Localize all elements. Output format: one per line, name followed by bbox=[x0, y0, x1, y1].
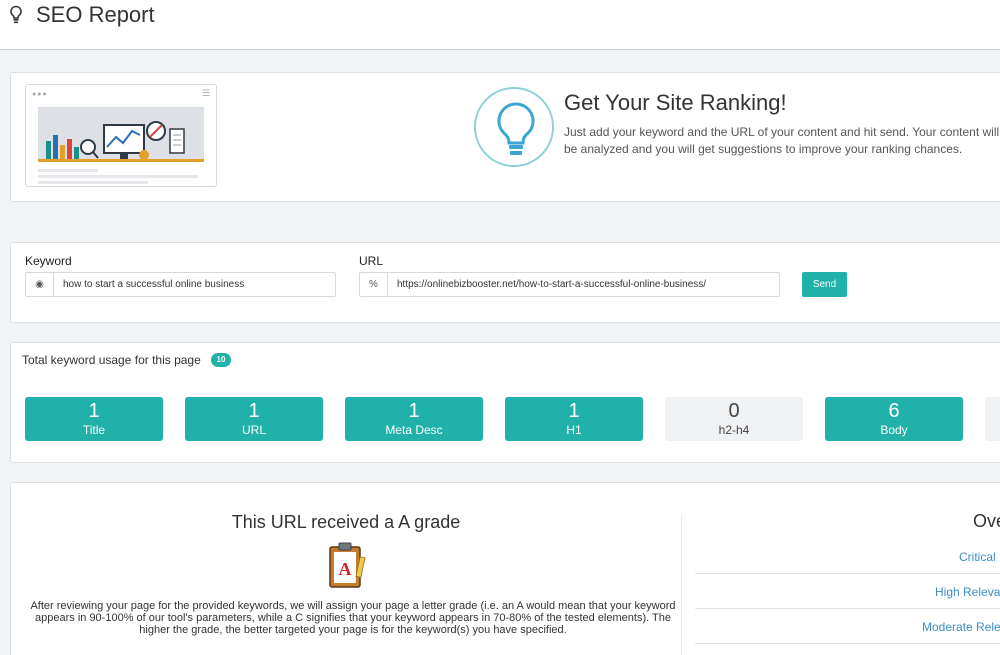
menu-icon: ☰ bbox=[201, 88, 210, 98]
target-icon: ◉ bbox=[26, 273, 54, 296]
keyword-usage-panel: Total keyword usage for this page 10 1 T… bbox=[10, 342, 1000, 463]
url-value: https://onlinebizbooster.net/how-to-star… bbox=[397, 279, 707, 290]
hero-panel: ●●● ☰ Get Your Site Ranking! Just add yo… bbox=[10, 72, 1000, 202]
keyword-form: Keyword ◉ how to start a successful onli… bbox=[10, 242, 1000, 323]
usage-count: 1 bbox=[88, 400, 100, 422]
usage-tile-title: 1 Title bbox=[25, 397, 163, 441]
usage-tile-partial bbox=[985, 397, 1000, 441]
usage-total-badge: 10 bbox=[211, 353, 231, 367]
lightbulb-icon bbox=[497, 102, 535, 155]
window-dots-icon: ●●● bbox=[32, 91, 48, 98]
usage-count: 6 bbox=[888, 400, 900, 422]
overview-title: Ove bbox=[973, 511, 1000, 531]
grade-title: This URL received a A grade bbox=[231, 512, 461, 532]
overview-link-moderate[interactable]: Moderate Rele bbox=[922, 620, 1000, 634]
overview-row-moderate[interactable]: Moderate Rele bbox=[695, 609, 1000, 644]
analytics-illustration bbox=[38, 107, 204, 184]
usage-count: 1 bbox=[408, 400, 420, 422]
seo-illustration: ●●● ☰ bbox=[25, 84, 217, 187]
usage-label-url: URL bbox=[241, 423, 266, 437]
clipboard-grade-icon: A bbox=[329, 542, 366, 588]
grade-letter: A bbox=[339, 559, 352, 579]
usage-label-h1: H1 bbox=[566, 423, 582, 437]
column-divider bbox=[681, 515, 682, 655]
overview-link-high[interactable]: High Releva bbox=[935, 585, 1000, 599]
url-input[interactable]: % https://onlinebizbooster.net/how-to-st… bbox=[359, 272, 780, 297]
usage-count: 0 bbox=[728, 400, 740, 422]
overview-row-high[interactable]: High Releva bbox=[695, 574, 1000, 609]
usage-tile-meta-desc: 1 Meta Desc bbox=[345, 397, 483, 441]
usage-label: Total keyword usage for this page bbox=[22, 353, 201, 367]
lightbulb-badge bbox=[474, 87, 554, 167]
usage-label-body: Body bbox=[880, 423, 908, 437]
url-label: URL bbox=[359, 254, 384, 268]
usage-count: 1 bbox=[248, 400, 260, 422]
usage-tile-h1: 1 H1 bbox=[505, 397, 643, 441]
usage-count: 1 bbox=[568, 400, 580, 422]
grade-panel: This URL received a A grade A After revi… bbox=[10, 482, 1000, 655]
usage-label-h2-h4: h2-h4 bbox=[718, 423, 750, 437]
keyword-label: Keyword bbox=[25, 254, 72, 268]
overview-link-critical[interactable]: Critical bbox=[959, 550, 996, 564]
lightbulb-icon bbox=[9, 5, 23, 30]
overview-row-critical[interactable]: Critical bbox=[695, 539, 1000, 574]
usage-label-meta-desc: Meta Desc bbox=[385, 423, 443, 437]
grade-description: After reviewing your page for the provid… bbox=[30, 600, 676, 636]
hero-title: Get Your Site Ranking! bbox=[564, 90, 787, 115]
usage-label-title: Title bbox=[82, 423, 106, 437]
usage-tile-h2-h4: 0 h2-h4 bbox=[665, 397, 803, 441]
usage-tile-body: 6 Body bbox=[825, 397, 963, 441]
keyword-value: how to start a successful online busines… bbox=[63, 279, 245, 290]
usage-tile-url: 1 URL bbox=[185, 397, 323, 441]
link-icon: % bbox=[360, 273, 388, 296]
keyword-input[interactable]: ◉ how to start a successful online busin… bbox=[25, 272, 336, 297]
top-bar: SEO Report bbox=[0, 0, 1000, 50]
hero-description: Just add your keyword and the URL of you… bbox=[564, 125, 1000, 156]
page-title: SEO Report bbox=[36, 2, 155, 27]
send-button[interactable]: Send bbox=[802, 272, 847, 297]
